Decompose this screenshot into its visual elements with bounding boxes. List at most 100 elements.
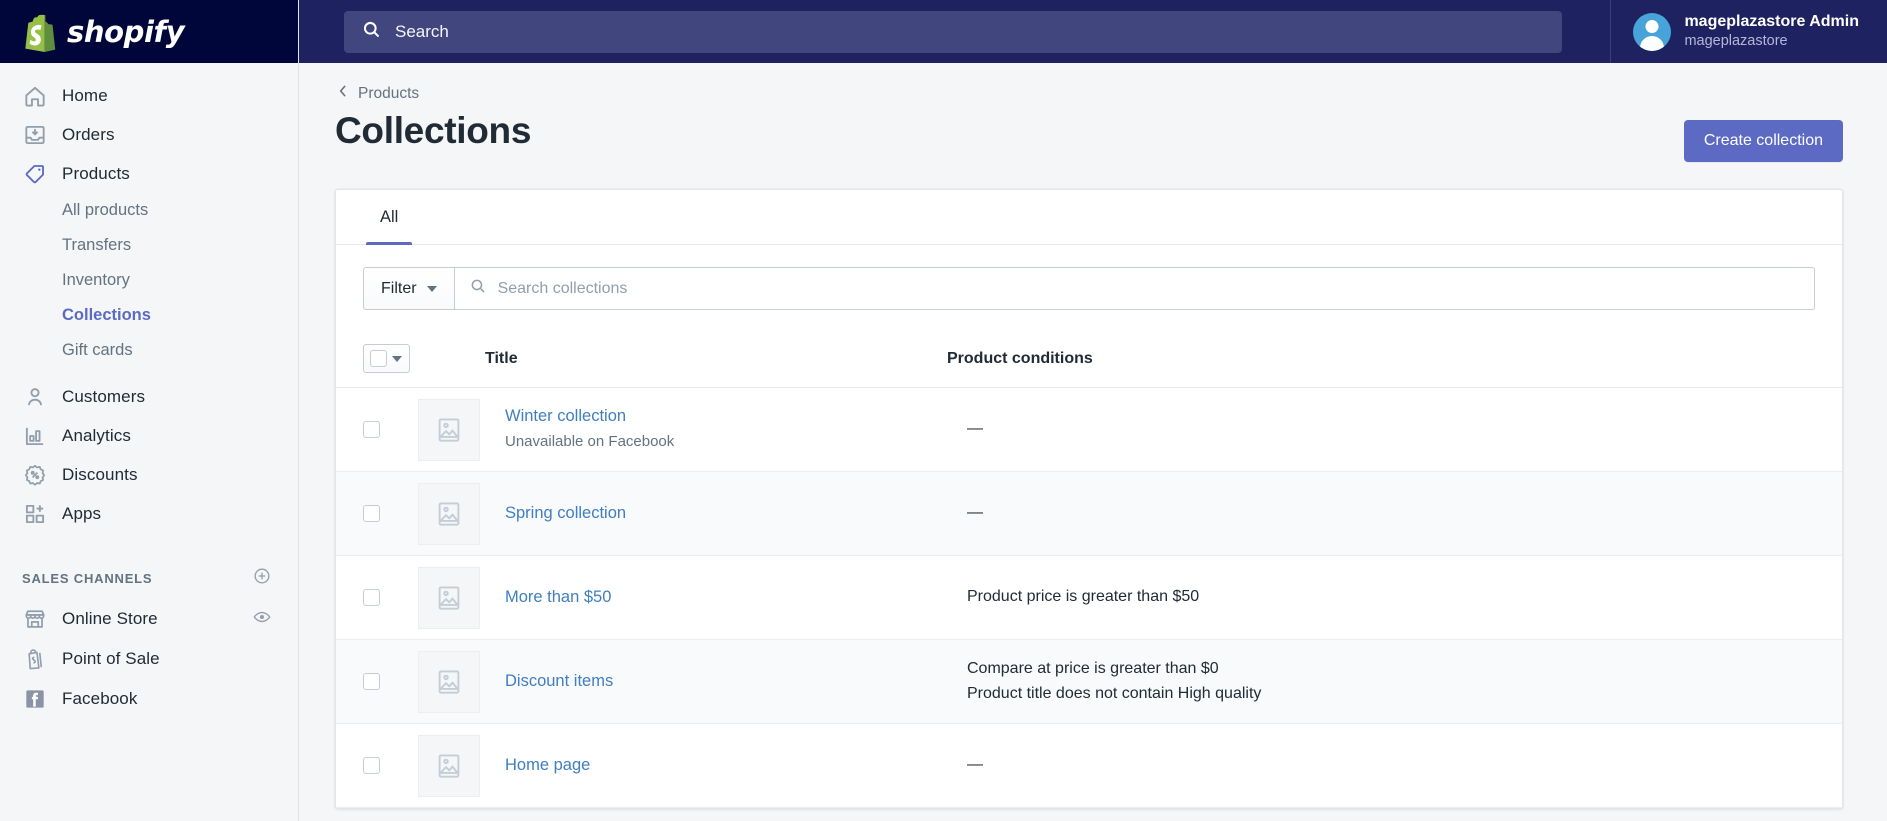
orders-inbox-icon: [22, 122, 48, 148]
global-search-placeholder: Search: [395, 21, 449, 41]
product-condition-line: Product price is greater than $50: [967, 588, 1200, 606]
sidebar-item-orders[interactable]: Orders: [0, 115, 298, 154]
product-condition-line: Product title does not contain High qual…: [967, 684, 1262, 702]
product-condition-line: —: [967, 504, 983, 522]
user-store-name: mageplazastore: [1684, 33, 1788, 50]
sales-channels-title: SALES CHANNELS: [22, 570, 153, 586]
sidebar-nav: Home Orders Products All products Transf…: [0, 63, 298, 533]
select-all-checkbox[interactable]: [370, 350, 387, 367]
breadcrumb[interactable]: Products: [299, 63, 1887, 104]
select-all-dropdown[interactable]: [363, 344, 410, 373]
sidebar-item-inventory[interactable]: Inventory: [0, 263, 298, 298]
row-checkbox[interactable]: [363, 673, 380, 690]
user-avatar-icon: [1633, 12, 1672, 51]
table-row[interactable]: Spring collection —: [336, 472, 1842, 556]
shopify-wordmark: shopify: [67, 14, 185, 49]
product-conditions-cell: —: [967, 753, 983, 778]
sidebar-subitem-label: Collections: [62, 306, 151, 324]
sidebar-item-label: Home: [62, 85, 108, 105]
sidebar-item-facebook[interactable]: Facebook: [0, 679, 298, 719]
tab-label: All: [380, 207, 399, 226]
create-collection-button[interactable]: Create collection: [1683, 120, 1843, 162]
collection-title-link[interactable]: More than $50: [505, 586, 967, 610]
table-row[interactable]: Discount items Compare at price is greate…: [336, 640, 1842, 724]
sidebar-subitem-label: Gift cards: [62, 341, 133, 359]
content-area: Products Collections Create collection A…: [299, 63, 1887, 821]
sidebar-item-point-of-sale[interactable]: Point of Sale: [0, 639, 298, 679]
row-checkbox[interactable]: [363, 421, 380, 438]
sidebar-item-transfers[interactable]: Transfers: [0, 228, 298, 263]
sidebar-item-online-store[interactable]: Online Store: [0, 599, 298, 639]
sidebar-item-label: Facebook: [62, 689, 138, 708]
sidebar-item-home[interactable]: Home: [0, 76, 298, 115]
search-icon: [469, 277, 487, 300]
table-row[interactable]: Home page —: [336, 724, 1842, 808]
sidebar-item-label: Orders: [62, 124, 115, 144]
collections-card: All Filter Search collections Title Prod…: [335, 189, 1843, 809]
product-condition-line: —: [967, 756, 983, 774]
row-checkbox[interactable]: [363, 505, 380, 522]
page-title: Collections: [335, 110, 532, 151]
sales-channels-section-header: SALES CHANNELS: [0, 563, 298, 593]
table-row[interactable]: Winter collection Unavailable on Facebook…: [336, 388, 1842, 472]
tab-all[interactable]: All: [366, 190, 413, 245]
sidebar-item-discounts[interactable]: Discounts: [0, 455, 298, 494]
product-condition-line: Compare at price is greater than $0: [967, 659, 1219, 677]
products-tag-icon: [22, 161, 48, 187]
sidebar-item-all-products[interactable]: All products: [0, 193, 298, 228]
product-condition-line: —: [967, 420, 983, 438]
sidebar-item-collections[interactable]: Collections: [0, 298, 298, 333]
user-menu[interactable]: mageplazastore Admin mageplazastore: [1610, 0, 1887, 63]
product-conditions-cell: —: [967, 417, 983, 442]
global-search-input[interactable]: Search: [344, 10, 1562, 53]
column-header-title: Title: [485, 349, 518, 367]
sidebar-item-analytics[interactable]: Analytics: [0, 416, 298, 455]
sidebar-item-label: Products: [62, 163, 130, 183]
collection-title-cell: Discount items: [505, 670, 967, 694]
user-name: mageplazastore Admin: [1684, 13, 1859, 31]
sidebar-item-products[interactable]: Products: [0, 154, 298, 193]
sidebar-item-label: Apps: [62, 503, 102, 523]
product-conditions-cell: Product price is greater than $50: [967, 585, 1199, 610]
table-row[interactable]: More than $50 Product price is greater th…: [336, 556, 1842, 640]
sidebar-subitem-label: All products: [62, 201, 149, 219]
sidebar-subitem-label: Inventory: [62, 271, 130, 289]
page-header: Collections Create collection: [299, 104, 1887, 162]
eye-icon[interactable]: [252, 607, 272, 632]
row-checkbox[interactable]: [363, 589, 380, 606]
online-store-icon: [22, 606, 48, 632]
plus-circle-icon[interactable]: [252, 566, 272, 591]
sidebar: shopify Home Orders Products All product…: [0, 0, 299, 821]
home-icon: [22, 83, 48, 109]
sidebar-subitem-label: Transfers: [62, 236, 132, 254]
search-icon: [361, 19, 382, 45]
sidebar-item-label: Online Store: [62, 609, 158, 628]
analytics-bar-chart-icon: [22, 423, 48, 449]
collection-title-cell: Home page: [505, 754, 967, 778]
sidebar-item-label: Discounts: [62, 464, 138, 484]
chevron-left-icon: [335, 83, 351, 104]
row-checkbox[interactable]: [363, 757, 380, 774]
collection-title-link[interactable]: Discount items: [505, 670, 967, 694]
point-of-sale-icon: [22, 646, 48, 672]
image-placeholder-icon: [418, 650, 480, 713]
table-body: Winter collection Unavailable on Facebook…: [336, 388, 1842, 808]
image-placeholder-icon: [418, 734, 480, 797]
sidebar-item-gift-cards[interactable]: Gift cards: [0, 333, 298, 368]
facebook-icon: [22, 686, 48, 712]
collection-title-link[interactable]: Spring collection: [505, 502, 967, 526]
shopify-logo[interactable]: shopify: [0, 0, 298, 63]
sidebar-item-customers[interactable]: Customers: [0, 377, 298, 416]
shopify-admin-app: shopify Home Orders Products All product…: [0, 0, 1887, 821]
filter-label: Filter: [381, 279, 417, 297]
search-collections-input[interactable]: Search collections: [453, 267, 1815, 310]
collection-availability-note: Unavailable on Facebook: [505, 433, 675, 451]
collection-title-cell: More than $50: [505, 586, 967, 610]
image-placeholder-icon: [418, 566, 480, 629]
table-header: Title Product conditions: [336, 330, 1842, 388]
filter-button[interactable]: Filter: [363, 267, 454, 310]
collection-title-link[interactable]: Winter collection: [505, 405, 967, 429]
product-conditions-cell: —: [967, 501, 983, 526]
collection-title-link[interactable]: Home page: [505, 754, 967, 778]
sidebar-item-apps[interactable]: Apps: [0, 494, 298, 533]
